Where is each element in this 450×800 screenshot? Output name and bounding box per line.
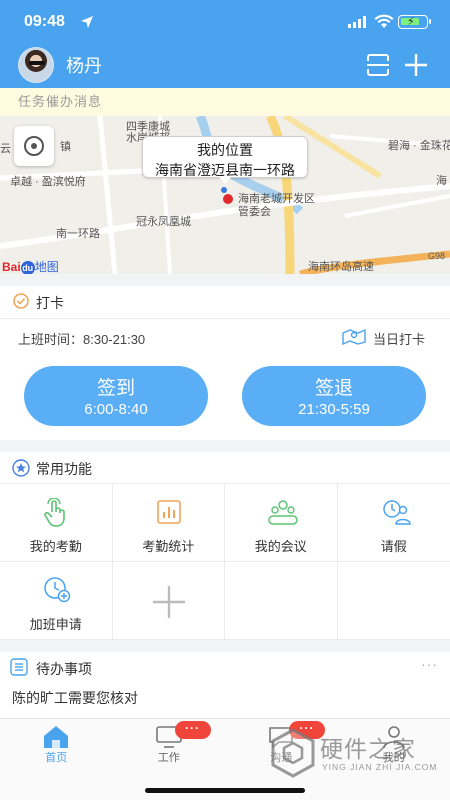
more-icon[interactable]: ···	[421, 656, 438, 672]
function-label: 我的考勤	[29, 539, 82, 554]
checkout-button[interactable]: 签退 21:30-5:59	[242, 366, 426, 426]
scan-icon[interactable]	[366, 53, 390, 77]
my-location-bubble: 我的位置 海南省澄迈县南一环路	[142, 136, 308, 184]
battery-icon: ⚡	[398, 15, 431, 29]
home-icon	[44, 726, 68, 748]
location-map[interactable]: 四季康城 水岸城邦 卓越 · 盈滨悦府 南一环路 冠永凤凰城 海南老城开发区 管…	[0, 116, 450, 274]
map-label: 碧海 · 金珠花	[388, 140, 450, 152]
map-label: 冠永凤凰城	[136, 216, 191, 228]
leave-icon	[382, 500, 411, 525]
wifi-icon	[374, 14, 394, 28]
status-time: 09:48	[24, 13, 65, 30]
map-label: 镇	[60, 141, 71, 153]
task-reminder-banner[interactable]: 任务催办消息	[0, 88, 450, 116]
tab-home[interactable]: 首页	[0, 719, 113, 771]
work-time: 上班时间：8:30-21:30	[18, 332, 146, 347]
todo-section: 待办事项 ··· 陈的旷工需要您核对	[0, 652, 450, 718]
star-icon	[12, 459, 30, 477]
divider	[0, 318, 450, 319]
function-label: 请假	[380, 539, 407, 554]
map-label: 海南环岛高速	[308, 261, 374, 273]
function-my-meetings[interactable]: 我的会议	[225, 484, 338, 562]
map-label: 卓越 · 盈滨悦府	[10, 176, 86, 188]
overtime-icon	[44, 577, 71, 603]
bubble-title: 我的位置	[197, 142, 253, 158]
crosshair-icon	[24, 136, 44, 156]
watermark: 硬件之家 YING JIAN ZHI JIA.COM	[268, 726, 438, 786]
map-label: 管委会	[238, 206, 271, 218]
checkin-button[interactable]: 签到 6:00-8:40	[24, 366, 208, 426]
map-label: 南一环路	[56, 228, 100, 240]
watermark-subtext: YING JIAN ZHI JIA.COM	[322, 762, 438, 772]
notification-badge: ···	[174, 721, 211, 739]
add-icon[interactable]	[404, 53, 428, 77]
check-badge-icon	[13, 293, 29, 309]
common-functions-section: 常用功能 我的考勤 考勤统计 我的会议 请假 加班申请	[0, 452, 450, 640]
todo-title: 待办事项	[36, 661, 92, 677]
checkout-time: 21:30-5:59	[298, 401, 370, 418]
function-label: 考勤统计	[142, 539, 195, 554]
location-arrow-icon	[81, 16, 93, 28]
function-empty	[225, 562, 338, 640]
tab-label: 工作	[157, 752, 180, 764]
username: 杨丹	[66, 56, 102, 76]
checkin-label: 签到	[96, 378, 135, 399]
map-label: G98	[428, 251, 446, 261]
app-header: 09:48 ⚡ 杨丹	[0, 0, 450, 88]
cellular-signal-icon	[348, 16, 366, 28]
punch-card-section: 打卡 上班时间：8:30-21:30 当日打卡 签到 6:00-8:40 签退 …	[0, 286, 450, 440]
day-card-link[interactable]: 当日打卡	[373, 329, 425, 348]
punch-title: 打卡	[36, 295, 64, 311]
bubble-address: 海南省澄迈县南一环路	[155, 162, 295, 178]
home-indicator[interactable]	[145, 788, 305, 793]
add-icon	[152, 586, 185, 618]
function-leave[interactable]: 请假	[337, 484, 450, 562]
map-label: 云	[0, 143, 11, 155]
stats-icon	[156, 500, 181, 524]
function-label: 加班申请	[29, 617, 82, 632]
locate-button[interactable]	[14, 126, 54, 166]
meeting-icon	[268, 500, 298, 525]
function-attendance-stats[interactable]: 考勤统计	[112, 484, 225, 562]
hexagon-logo-icon	[271, 728, 315, 778]
map-card-icon[interactable]	[342, 327, 366, 345]
tab-label: 首页	[45, 752, 68, 764]
tab-work[interactable]: 工作 ···	[113, 719, 226, 771]
watermark-text: 硬件之家	[320, 736, 416, 762]
functions-title: 常用功能	[36, 461, 92, 477]
function-add[interactable]	[112, 562, 225, 640]
function-empty	[337, 562, 450, 640]
touch-icon	[44, 498, 65, 527]
avatar[interactable]	[18, 47, 54, 83]
function-my-attendance[interactable]: 我的考勤	[0, 484, 113, 562]
function-overtime-request[interactable]: 加班申请	[0, 562, 113, 640]
map-label: 海	[436, 175, 447, 187]
function-label: 我的会议	[254, 539, 307, 554]
checkout-label: 签退	[314, 378, 353, 399]
todo-item[interactable]: 陈的旷工需要您核对	[12, 688, 138, 708]
status-bar: 09:48 ⚡	[0, 0, 450, 44]
list-icon	[10, 658, 28, 676]
notice-text: 任务催办消息	[18, 94, 103, 109]
baidu-map-logo: Bai du 地图	[2, 260, 59, 274]
function-grid: 我的考勤 考勤统计 我的会议 请假 加班申请	[0, 484, 450, 640]
checkin-time: 6:00-8:40	[84, 401, 148, 418]
